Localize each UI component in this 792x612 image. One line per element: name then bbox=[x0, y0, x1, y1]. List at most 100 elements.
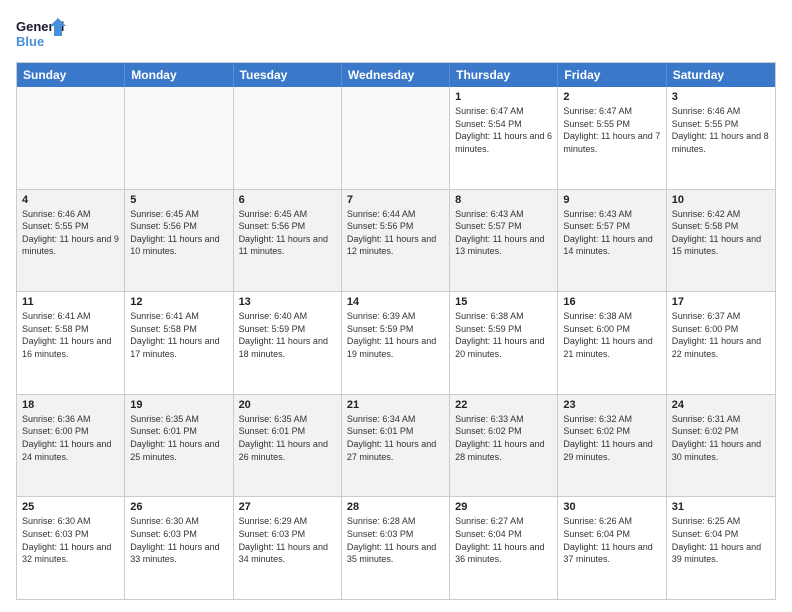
calendar-cell: 24 Sunrise: 6:31 AMSunset: 6:02 PMDaylig… bbox=[667, 395, 775, 497]
day-number: 11 bbox=[22, 296, 119, 308]
cell-info: Sunrise: 6:43 AMSunset: 5:57 PMDaylight:… bbox=[455, 208, 552, 258]
day-number: 4 bbox=[22, 194, 119, 206]
cell-info: Sunrise: 6:38 AMSunset: 5:59 PMDaylight:… bbox=[455, 310, 552, 360]
cell-info: Sunrise: 6:45 AMSunset: 5:56 PMDaylight:… bbox=[239, 208, 336, 258]
cell-info: Sunrise: 6:45 AMSunset: 5:56 PMDaylight:… bbox=[130, 208, 227, 258]
cell-info: Sunrise: 6:40 AMSunset: 5:59 PMDaylight:… bbox=[239, 310, 336, 360]
page: General Blue SundayMondayTuesdayWednesda… bbox=[0, 0, 792, 612]
day-number: 29 bbox=[455, 501, 552, 513]
cell-info: Sunrise: 6:28 AMSunset: 6:03 PMDaylight:… bbox=[347, 515, 444, 565]
calendar-cell: 27 Sunrise: 6:29 AMSunset: 6:03 PMDaylig… bbox=[234, 497, 342, 599]
calendar-header-cell: Thursday bbox=[450, 63, 558, 87]
calendar-body: 1 Sunrise: 6:47 AMSunset: 5:54 PMDayligh… bbox=[17, 87, 775, 599]
calendar-cell: 9 Sunrise: 6:43 AMSunset: 5:57 PMDayligh… bbox=[558, 190, 666, 292]
cell-info: Sunrise: 6:29 AMSunset: 6:03 PMDaylight:… bbox=[239, 515, 336, 565]
calendar-cell: 31 Sunrise: 6:25 AMSunset: 6:04 PMDaylig… bbox=[667, 497, 775, 599]
calendar-cell: 14 Sunrise: 6:39 AMSunset: 5:59 PMDaylig… bbox=[342, 292, 450, 394]
calendar-header-cell: Wednesday bbox=[342, 63, 450, 87]
calendar-cell bbox=[234, 87, 342, 189]
calendar-cell: 17 Sunrise: 6:37 AMSunset: 6:00 PMDaylig… bbox=[667, 292, 775, 394]
day-number: 30 bbox=[563, 501, 660, 513]
day-number: 26 bbox=[130, 501, 227, 513]
calendar-cell: 25 Sunrise: 6:30 AMSunset: 6:03 PMDaylig… bbox=[17, 497, 125, 599]
cell-info: Sunrise: 6:41 AMSunset: 5:58 PMDaylight:… bbox=[130, 310, 227, 360]
calendar-cell: 10 Sunrise: 6:42 AMSunset: 5:58 PMDaylig… bbox=[667, 190, 775, 292]
day-number: 16 bbox=[563, 296, 660, 308]
calendar-cell: 20 Sunrise: 6:35 AMSunset: 6:01 PMDaylig… bbox=[234, 395, 342, 497]
day-number: 28 bbox=[347, 501, 444, 513]
cell-info: Sunrise: 6:30 AMSunset: 6:03 PMDaylight:… bbox=[22, 515, 119, 565]
calendar: SundayMondayTuesdayWednesdayThursdayFrid… bbox=[16, 62, 776, 600]
day-number: 2 bbox=[563, 91, 660, 103]
day-number: 31 bbox=[672, 501, 770, 513]
calendar-cell: 18 Sunrise: 6:36 AMSunset: 6:00 PMDaylig… bbox=[17, 395, 125, 497]
calendar-cell: 6 Sunrise: 6:45 AMSunset: 5:56 PMDayligh… bbox=[234, 190, 342, 292]
calendar-cell: 8 Sunrise: 6:43 AMSunset: 5:57 PMDayligh… bbox=[450, 190, 558, 292]
day-number: 23 bbox=[563, 399, 660, 411]
day-number: 24 bbox=[672, 399, 770, 411]
day-number: 25 bbox=[22, 501, 119, 513]
calendar-week: 25 Sunrise: 6:30 AMSunset: 6:03 PMDaylig… bbox=[17, 497, 775, 599]
day-number: 20 bbox=[239, 399, 336, 411]
day-number: 8 bbox=[455, 194, 552, 206]
calendar-header-cell: Tuesday bbox=[234, 63, 342, 87]
day-number: 17 bbox=[672, 296, 770, 308]
calendar-week: 4 Sunrise: 6:46 AMSunset: 5:55 PMDayligh… bbox=[17, 190, 775, 293]
cell-info: Sunrise: 6:26 AMSunset: 6:04 PMDaylight:… bbox=[563, 515, 660, 565]
calendar-header-row: SundayMondayTuesdayWednesdayThursdayFrid… bbox=[17, 63, 775, 87]
calendar-cell: 22 Sunrise: 6:33 AMSunset: 6:02 PMDaylig… bbox=[450, 395, 558, 497]
day-number: 13 bbox=[239, 296, 336, 308]
calendar-cell: 11 Sunrise: 6:41 AMSunset: 5:58 PMDaylig… bbox=[17, 292, 125, 394]
calendar-cell: 28 Sunrise: 6:28 AMSunset: 6:03 PMDaylig… bbox=[342, 497, 450, 599]
cell-info: Sunrise: 6:33 AMSunset: 6:02 PMDaylight:… bbox=[455, 413, 552, 463]
cell-info: Sunrise: 6:35 AMSunset: 6:01 PMDaylight:… bbox=[130, 413, 227, 463]
day-number: 19 bbox=[130, 399, 227, 411]
calendar-cell: 3 Sunrise: 6:46 AMSunset: 5:55 PMDayligh… bbox=[667, 87, 775, 189]
cell-info: Sunrise: 6:39 AMSunset: 5:59 PMDaylight:… bbox=[347, 310, 444, 360]
calendar-cell bbox=[342, 87, 450, 189]
day-number: 7 bbox=[347, 194, 444, 206]
cell-info: Sunrise: 6:31 AMSunset: 6:02 PMDaylight:… bbox=[672, 413, 770, 463]
day-number: 21 bbox=[347, 399, 444, 411]
day-number: 6 bbox=[239, 194, 336, 206]
calendar-cell: 4 Sunrise: 6:46 AMSunset: 5:55 PMDayligh… bbox=[17, 190, 125, 292]
cell-info: Sunrise: 6:32 AMSunset: 6:02 PMDaylight:… bbox=[563, 413, 660, 463]
calendar-header-cell: Saturday bbox=[667, 63, 775, 87]
cell-info: Sunrise: 6:43 AMSunset: 5:57 PMDaylight:… bbox=[563, 208, 660, 258]
calendar-header-cell: Friday bbox=[558, 63, 666, 87]
calendar-week: 1 Sunrise: 6:47 AMSunset: 5:54 PMDayligh… bbox=[17, 87, 775, 190]
cell-info: Sunrise: 6:36 AMSunset: 6:00 PMDaylight:… bbox=[22, 413, 119, 463]
cell-info: Sunrise: 6:47 AMSunset: 5:54 PMDaylight:… bbox=[455, 105, 552, 155]
logo-svg: General Blue bbox=[16, 16, 66, 52]
calendar-cell: 13 Sunrise: 6:40 AMSunset: 5:59 PMDaylig… bbox=[234, 292, 342, 394]
calendar-cell: 12 Sunrise: 6:41 AMSunset: 5:58 PMDaylig… bbox=[125, 292, 233, 394]
cell-info: Sunrise: 6:41 AMSunset: 5:58 PMDaylight:… bbox=[22, 310, 119, 360]
cell-info: Sunrise: 6:34 AMSunset: 6:01 PMDaylight:… bbox=[347, 413, 444, 463]
day-number: 14 bbox=[347, 296, 444, 308]
calendar-week: 18 Sunrise: 6:36 AMSunset: 6:00 PMDaylig… bbox=[17, 395, 775, 498]
cell-info: Sunrise: 6:42 AMSunset: 5:58 PMDaylight:… bbox=[672, 208, 770, 258]
day-number: 9 bbox=[563, 194, 660, 206]
cell-info: Sunrise: 6:46 AMSunset: 5:55 PMDaylight:… bbox=[22, 208, 119, 258]
calendar-cell: 21 Sunrise: 6:34 AMSunset: 6:01 PMDaylig… bbox=[342, 395, 450, 497]
day-number: 27 bbox=[239, 501, 336, 513]
cell-info: Sunrise: 6:44 AMSunset: 5:56 PMDaylight:… bbox=[347, 208, 444, 258]
day-number: 22 bbox=[455, 399, 552, 411]
day-number: 1 bbox=[455, 91, 552, 103]
svg-text:Blue: Blue bbox=[16, 34, 44, 49]
calendar-cell: 19 Sunrise: 6:35 AMSunset: 6:01 PMDaylig… bbox=[125, 395, 233, 497]
calendar-cell: 7 Sunrise: 6:44 AMSunset: 5:56 PMDayligh… bbox=[342, 190, 450, 292]
day-number: 12 bbox=[130, 296, 227, 308]
cell-info: Sunrise: 6:47 AMSunset: 5:55 PMDaylight:… bbox=[563, 105, 660, 155]
calendar-cell: 23 Sunrise: 6:32 AMSunset: 6:02 PMDaylig… bbox=[558, 395, 666, 497]
cell-info: Sunrise: 6:46 AMSunset: 5:55 PMDaylight:… bbox=[672, 105, 770, 155]
calendar-header-cell: Monday bbox=[125, 63, 233, 87]
calendar-cell bbox=[125, 87, 233, 189]
cell-info: Sunrise: 6:38 AMSunset: 6:00 PMDaylight:… bbox=[563, 310, 660, 360]
calendar-cell: 15 Sunrise: 6:38 AMSunset: 5:59 PMDaylig… bbox=[450, 292, 558, 394]
day-number: 5 bbox=[130, 194, 227, 206]
day-number: 10 bbox=[672, 194, 770, 206]
calendar-cell: 30 Sunrise: 6:26 AMSunset: 6:04 PMDaylig… bbox=[558, 497, 666, 599]
calendar-cell: 26 Sunrise: 6:30 AMSunset: 6:03 PMDaylig… bbox=[125, 497, 233, 599]
calendar-cell bbox=[17, 87, 125, 189]
